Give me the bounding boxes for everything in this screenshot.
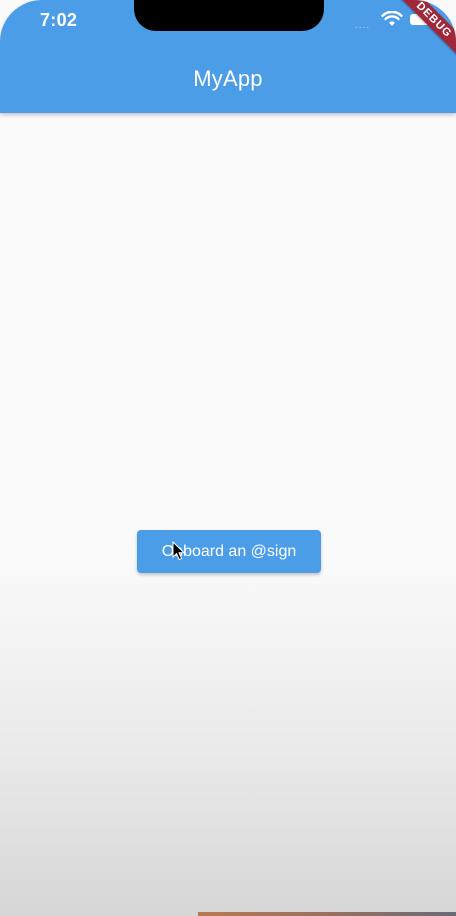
page-title: MyApp [193,66,263,91]
mouse-cursor-icon [172,541,186,561]
status-bar: 7:02 .... [0,0,456,44]
bottom-thumbnail-strip [198,912,456,916]
camera-notch [134,0,324,31]
onboard-atsign-button[interactable]: Onboard an @sign [137,530,321,573]
app-screen: 7:02 .... DEBUG MyApp Onboard an @sign [0,0,456,916]
app-bar: 7:02 .... DEBUG MyApp [0,0,456,113]
signal-dots-icon: .... [355,20,371,31]
status-time: 7:02 [40,10,78,30]
wifi-icon [381,11,403,26]
